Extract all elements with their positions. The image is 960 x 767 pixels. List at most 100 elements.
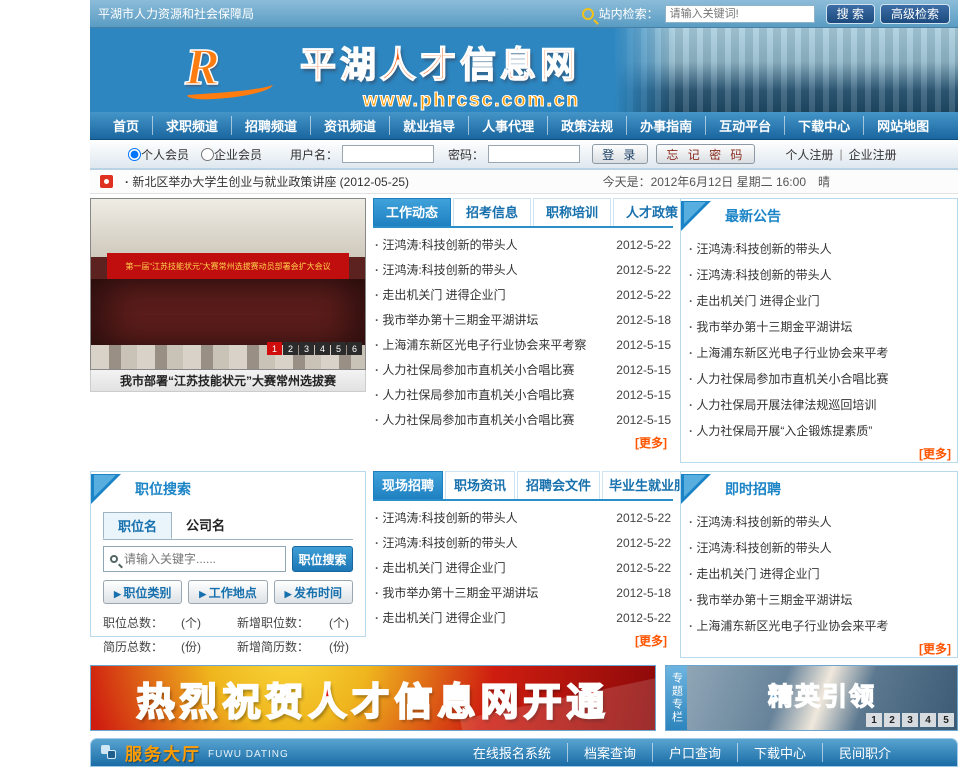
tab-exam-info[interactable]: 招考信息	[453, 198, 531, 226]
ticker-news-link[interactable]: 新北区举办大学生创业与就业政策讲座 (2012-05-25)	[125, 173, 603, 190]
forgot-password-button[interactable]: 忘 记 密 码	[656, 144, 755, 164]
nav-recruit[interactable]: 招聘频道	[231, 116, 310, 135]
news-item-link[interactable]: 汪鸿涛:科技创新的带头人	[375, 261, 608, 278]
job-search-panel: 职位搜索 职位名 公司名 职位搜索 职位类别 工作地点 发布时间	[90, 471, 366, 637]
notice-item-link[interactable]: 我市举办第十三期金平湖讲坛	[689, 318, 949, 335]
slide-page-button[interactable]: 3	[299, 342, 314, 355]
banner-page-button[interactable]: 2	[884, 713, 900, 727]
register-separator: |	[839, 147, 842, 161]
slide-page-button[interactable]: 2	[283, 342, 298, 355]
nav-interactive[interactable]: 互动平台	[705, 116, 784, 135]
news-item-date: 2012-5-22	[616, 238, 671, 252]
banner-page-button[interactable]: 4	[920, 713, 936, 727]
notice-item-link[interactable]: 我市举办第十三期金平湖讲坛	[689, 591, 949, 608]
notice-item-link[interactable]: 上海浦东新区光电子行业协会来平考	[689, 344, 949, 361]
tab-title-training[interactable]: 职称培训	[533, 198, 611, 226]
notice-item-link[interactable]: 人力社保局开展法律法规巡回培训	[689, 396, 949, 413]
tab-work-news[interactable]: 工作动态	[373, 198, 451, 226]
tab-position-name[interactable]: 职位名	[103, 512, 172, 539]
work-news-list: 汪鸿涛:科技创新的带头人2012-5-22 汪鸿涛:科技创新的带头人2012-5…	[373, 228, 673, 432]
job-search-button[interactable]: 职位搜索	[292, 546, 353, 572]
tab-jobfair-docs[interactable]: 招聘会文件	[517, 471, 600, 499]
filter-date-button[interactable]: 发布时间	[274, 580, 353, 604]
slide-page-button[interactable]: 4	[315, 342, 330, 355]
tab-workplace-info[interactable]: 职场资讯	[445, 471, 515, 499]
advanced-search-button[interactable]: 高级检索	[880, 4, 950, 24]
personal-register-link[interactable]: 个人注册	[785, 146, 833, 163]
news-item-link[interactable]: 我市举办第十三期金平湖讲坛	[375, 311, 608, 328]
slide-page-button[interactable]: 1	[267, 342, 282, 355]
slide-page-button[interactable]: 5	[331, 342, 346, 355]
nav-services-guide[interactable]: 办事指南	[626, 116, 705, 135]
company-register-link[interactable]: 企业注册	[849, 146, 897, 163]
nav-home[interactable]: 首页	[100, 116, 152, 135]
search-icon	[110, 555, 118, 563]
service-link-hukou-query[interactable]: 户口查询	[652, 743, 737, 762]
news-item-link[interactable]: 人力社保局参加市直机关小合唱比赛	[375, 361, 608, 378]
notice-item-link[interactable]: 走出机关门 进得企业门	[689, 565, 949, 582]
keyword-input[interactable]	[124, 552, 279, 566]
tab-company-name[interactable]: 公司名	[172, 512, 239, 539]
company-member-radio[interactable]	[201, 148, 214, 161]
news-item-link[interactable]: 走出机关门 进得企业门	[375, 609, 608, 626]
news-item-link[interactable]: 汪鸿涛:科技创新的带头人	[375, 236, 608, 253]
news-item-link[interactable]: 走出机关门 进得企业门	[375, 286, 608, 303]
password-field[interactable]	[488, 145, 580, 163]
org-name: 平湖市人力资源和社会保障局	[98, 5, 582, 22]
service-link-archive-query[interactable]: 档案查询	[567, 743, 652, 762]
banner-page-button[interactable]: 5	[938, 713, 954, 727]
service-link-online-signup[interactable]: 在线报名系统	[457, 743, 567, 762]
news-item: 汪鸿涛:科技创新的带头人2012-5-22	[375, 530, 671, 555]
instant-recruit-more-link[interactable]: [更多]	[681, 638, 957, 657]
notice-item-link[interactable]: 汪鸿涛:科技创新的带头人	[689, 240, 949, 257]
news-item: 汪鸿涛:科技创新的带头人2012-5-22	[375, 505, 671, 530]
banner-page-button[interactable]: 1	[866, 713, 882, 727]
username-field[interactable]	[342, 145, 434, 163]
slideshow-caption[interactable]: 我市部署“江苏技能状元”大赛常州选拔赛	[90, 370, 366, 392]
recruit-more-link[interactable]: [更多]	[373, 630, 673, 649]
celebration-banner[interactable]: 热烈祝贺人才信息网开通	[90, 665, 656, 731]
nav-info[interactable]: 资讯频道	[310, 116, 389, 135]
search-button[interactable]: 搜 索	[826, 4, 875, 24]
notice-item-link[interactable]: 人力社保局开展“入企锻炼提素质”	[689, 422, 949, 439]
username-label: 用户名：	[290, 146, 338, 163]
nav-guidance[interactable]: 就业指导	[389, 116, 468, 135]
nav-download[interactable]: 下载中心	[784, 116, 863, 135]
banner-page-button[interactable]: 3	[902, 713, 918, 727]
notice-item-link[interactable]: 汪鸿涛:科技创新的带头人	[689, 539, 949, 556]
service-hall-bar: 服务大厅 FUWU DATING 在线报名系统 档案查询 户口查询 下载中心 民…	[90, 738, 958, 767]
news-item-link[interactable]: 走出机关门 进得企业门	[375, 559, 608, 576]
notice-item-link[interactable]: 走出机关门 进得企业门	[689, 292, 949, 309]
service-link-private-agency[interactable]: 民间职介	[822, 743, 907, 762]
notice-item-link[interactable]: 人力社保局参加市直机关小合唱比赛	[689, 370, 949, 387]
site-search-input[interactable]	[665, 5, 815, 23]
site-search-label: 站内检索：	[599, 5, 659, 22]
slideshow-image[interactable]: 第一届“江苏技能状元”大赛常州选拔赛动员部署会扩大会议 1 2 3 4 5 6	[90, 198, 366, 370]
service-hall-subtitle: FUWU DATING	[208, 749, 289, 760]
celebration-banner-text: 热烈祝贺人才信息网开通	[136, 671, 609, 726]
nav-jobseeker[interactable]: 求职频道	[152, 116, 231, 135]
slide-page-button[interactable]: 6	[347, 342, 362, 355]
special-column-banner[interactable]: 专题专栏 精英引领 1 2 3 4 5	[665, 665, 958, 731]
notice-item-link[interactable]: 上海浦东新区光电子行业协会来平考	[689, 617, 949, 634]
service-link-download[interactable]: 下载中心	[737, 743, 822, 762]
work-news-more-link[interactable]: [更多]	[373, 432, 673, 451]
nav-policy[interactable]: 政策法规	[547, 116, 626, 135]
login-button[interactable]: 登 录	[592, 144, 648, 164]
news-item-link[interactable]: 上海浦东新区光电子行业协会来平考察	[375, 336, 608, 353]
tab-onsite-recruit[interactable]: 现场招聘	[373, 471, 443, 499]
news-item-link[interactable]: 人力社保局参加市直机关小合唱比赛	[375, 386, 608, 403]
latest-notice-more-link[interactable]: [更多]	[681, 443, 957, 462]
notice-item-link[interactable]: 汪鸿涛:科技创新的带头人	[689, 513, 949, 530]
news-item-link[interactable]: 人力社保局参加市直机关小合唱比赛	[375, 411, 608, 428]
filter-category-button[interactable]: 职位类别	[103, 580, 182, 604]
personal-member-radio[interactable]	[128, 148, 141, 161]
notice-item-link[interactable]: 汪鸿涛:科技创新的带头人	[689, 266, 949, 283]
news-item-link[interactable]: 我市举办第十三期金平湖讲坛	[375, 584, 608, 601]
filter-location-button[interactable]: 工作地点	[188, 580, 267, 604]
nav-sitemap[interactable]: 网站地图	[863, 116, 942, 135]
news-item-link[interactable]: 汪鸿涛:科技创新的带头人	[375, 534, 608, 551]
news-item-link[interactable]: 汪鸿涛:科技创新的带头人	[375, 509, 608, 526]
elite-banner-photo: 精英引领 1 2 3 4 5	[687, 666, 957, 730]
nav-hr-agency[interactable]: 人事代理	[468, 116, 547, 135]
